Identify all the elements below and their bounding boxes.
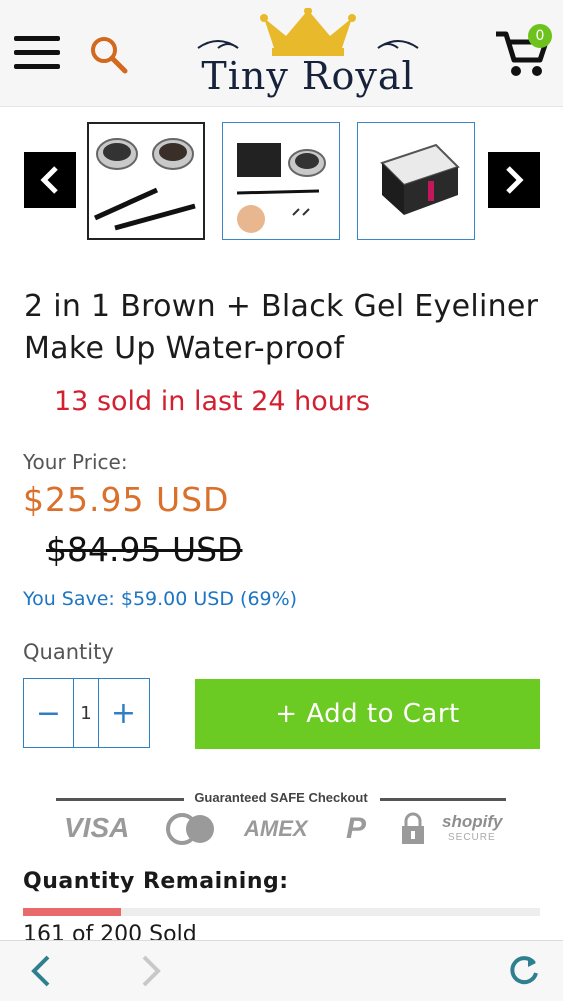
- recent-sales-notice: 13 sold in last 24 hours: [54, 386, 371, 417]
- gallery-next-button[interactable]: [488, 152, 540, 208]
- brand-name: Tiny Royal: [201, 54, 415, 98]
- quantity-decrease-button[interactable]: −: [24, 679, 73, 747]
- product-gallery: [0, 112, 563, 250]
- chevron-left-icon: [40, 166, 58, 194]
- chevron-right-icon: [506, 166, 524, 194]
- eyeliner-jars-image: [93, 138, 196, 231]
- hamburger-menu-icon[interactable]: [14, 36, 62, 70]
- quantity-input[interactable]: 1: [73, 679, 99, 747]
- current-price: $25.95 USD: [23, 480, 230, 519]
- eyeliner-kit-image: [236, 143, 326, 233]
- lock-icon: [402, 812, 424, 844]
- price-label: Your Price:: [23, 450, 128, 474]
- shopify-secure-label: SECURE: [448, 832, 496, 843]
- quantity-increase-button[interactable]: +: [99, 679, 148, 747]
- add-to-cart-button[interactable]: + Add to Cart: [195, 679, 540, 749]
- reload-icon[interactable]: [506, 953, 542, 989]
- stock-progress-fill: [23, 908, 122, 916]
- quantity-remaining-label: Quantity Remaining:: [23, 869, 289, 894]
- compare-at-price: $84.95 USD: [46, 530, 243, 569]
- eyeliner-box-image: [380, 143, 460, 215]
- mastercard-icon: [166, 813, 214, 845]
- quantity-stepper: − 1 +: [23, 678, 150, 748]
- brand-logo[interactable]: Tiny Royal: [168, 8, 448, 100]
- payment-icons-row: VISA AMEX P shopify SECURE: [56, 812, 506, 848]
- secure-checkout-badges: Guaranteed SAFE Checkout VISA AMEX P sho…: [56, 788, 506, 848]
- site-header: Tiny Royal 0: [0, 0, 563, 107]
- search-icon[interactable]: [88, 34, 130, 76]
- amex-icon: AMEX: [244, 816, 308, 841]
- gallery-prev-button[interactable]: [24, 152, 76, 208]
- stock-progress-bar: [23, 908, 540, 916]
- paypal-icon: P: [346, 812, 367, 845]
- sold-count-text: 161 of 200 Sold: [23, 922, 197, 940]
- gallery-thumbnail[interactable]: [357, 122, 475, 240]
- browser-toolbar: [0, 940, 563, 1001]
- back-arrow-icon[interactable]: [26, 953, 56, 989]
- gallery-thumbnail[interactable]: [222, 122, 340, 240]
- secure-checkout-title: Guaranteed SAFE Checkout: [194, 790, 368, 805]
- savings-text: You Save: $59.00 USD (69%): [23, 588, 298, 610]
- cart-count-badge: 0: [528, 24, 552, 48]
- shopify-icon: shopify: [442, 812, 503, 831]
- quantity-label: Quantity: [23, 640, 114, 664]
- product-title: 2 in 1 Brown + Black Gel Eyeliner Make U…: [24, 289, 539, 366]
- gallery-thumbnail[interactable]: [87, 122, 205, 240]
- visa-icon: VISA: [64, 812, 130, 843]
- forward-arrow-icon[interactable]: [136, 953, 166, 989]
